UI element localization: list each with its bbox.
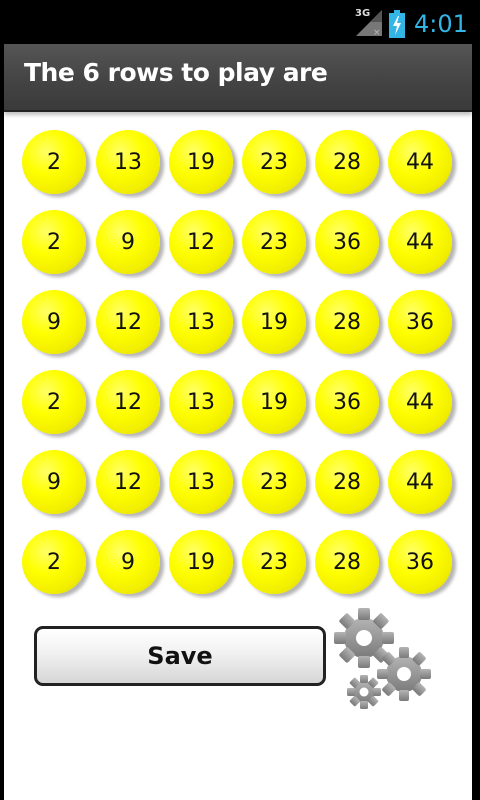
ball: 2 [22,210,86,274]
ball: 28 [315,450,379,514]
ball: 44 [388,210,452,274]
ball-row-5: 9 12 13 23 28 44 [22,450,462,530]
ball: 23 [242,450,306,514]
ball: 12 [96,290,160,354]
ball-row-3: 9 12 13 19 28 36 [22,290,462,370]
ball: 28 [315,530,379,594]
ball: 9 [96,210,160,274]
ball: 2 [22,130,86,194]
signal-icon: × [356,10,382,36]
svg-text:×: × [373,28,381,36]
ball: 36 [315,210,379,274]
battery-charging-icon [389,10,405,38]
ball: 9 [96,530,160,594]
ball-row-1: 2 13 19 23 28 44 [22,130,462,210]
ball: 9 [22,290,86,354]
ball-row-2: 2 9 12 23 36 44 [22,210,462,290]
ball: 28 [315,290,379,354]
ball-row-6: 2 9 19 23 28 36 [22,530,462,610]
number-grid: 2 13 19 23 28 44 2 9 12 23 36 44 9 12 13… [22,130,462,610]
ball: 23 [242,130,306,194]
ball: 12 [96,450,160,514]
ball: 12 [169,210,233,274]
gear-icon[interactable] [330,604,440,714]
page-title: The 6 rows to play are [24,58,328,87]
clock: 4:01 [414,10,468,38]
status-bar: 3G × 4:01 [0,0,480,48]
ball: 19 [242,370,306,434]
ball: 19 [169,130,233,194]
ball: 36 [388,530,452,594]
ball: 19 [169,530,233,594]
ball: 13 [169,290,233,354]
ball: 2 [22,370,86,434]
ball: 28 [315,130,379,194]
ball: 23 [242,210,306,274]
ball: 44 [388,370,452,434]
title-bar: The 6 rows to play are [4,44,472,112]
ball: 9 [22,450,86,514]
ball: 13 [169,450,233,514]
ball: 44 [388,450,452,514]
ball: 36 [388,290,452,354]
ball: 19 [242,290,306,354]
ball: 13 [169,370,233,434]
ball: 13 [96,130,160,194]
ball: 12 [96,370,160,434]
ball: 36 [315,370,379,434]
ball: 44 [388,130,452,194]
ball-row-4: 2 12 13 19 36 44 [22,370,462,450]
save-button[interactable]: Save [34,626,326,686]
app-screen: The 6 rows to play are 2 13 19 23 28 44 … [4,44,472,800]
ball: 2 [22,530,86,594]
ball: 23 [242,530,306,594]
